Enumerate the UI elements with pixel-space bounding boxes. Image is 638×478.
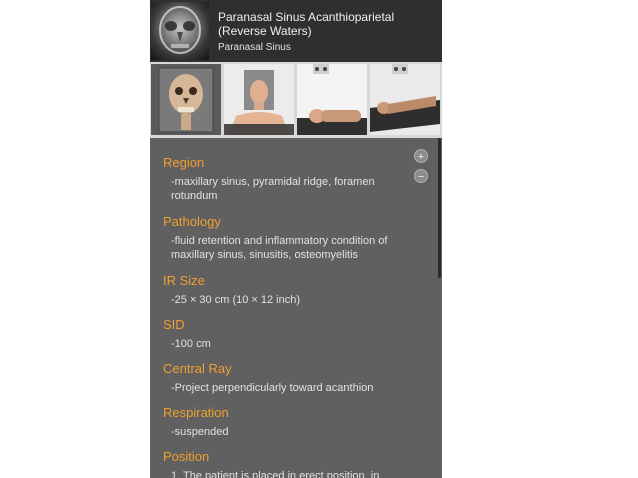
section-text-pathology: -fluid retention and inflammatory condit… [171, 235, 388, 261]
procedure-title: Paranasal Sinus Acanthioparietal (Revers… [218, 10, 395, 38]
skull-xray-thumbnail[interactable] [151, 2, 209, 60]
section-text-position: 1. The patient is placed in erect positi… [171, 470, 380, 478]
zoom-in-button[interactable]: + [414, 149, 428, 163]
patient-on-table-image[interactable] [297, 64, 367, 135]
section-title-ir-size: IR Size [163, 273, 205, 288]
section-title-sid: SID [163, 317, 185, 332]
image-strip [150, 62, 442, 138]
section-title-pathology: Pathology [163, 214, 221, 229]
zoom-out-button[interactable]: − [414, 169, 428, 183]
section-title-region: Region [163, 155, 205, 170]
app-window: Paranasal Sinus Acanthioparietal (Revers… [150, 0, 442, 478]
section-text-ir-size: -25 × 30 cm (10 × 12 inch) [171, 294, 301, 306]
section-title-respiration: Respiration [163, 405, 229, 420]
skull-model-image[interactable] [151, 64, 221, 135]
detail-panel: + − Region -maxillary sinus, pyramidal r… [150, 138, 442, 478]
header-bar: Paranasal Sinus Acanthioparietal (Revers… [150, 0, 442, 62]
section-text-respiration: -suspended [171, 426, 229, 438]
section-title-central-ray: Central Ray [163, 361, 232, 376]
scrollbar[interactable] [438, 138, 441, 278]
section-title-position: Position [163, 449, 210, 464]
section-text-sid: -100 cm [171, 338, 211, 350]
section-text-region: -maxillary sinus, pyramidal ridge, foram… [171, 176, 375, 202]
section-text-central-ray: -Project perpendicularly toward acanthio… [171, 382, 374, 394]
patient-supine-image[interactable] [224, 64, 294, 135]
procedure-category: Paranasal Sinus [218, 42, 291, 53]
patient-prone-image[interactable] [370, 64, 440, 135]
